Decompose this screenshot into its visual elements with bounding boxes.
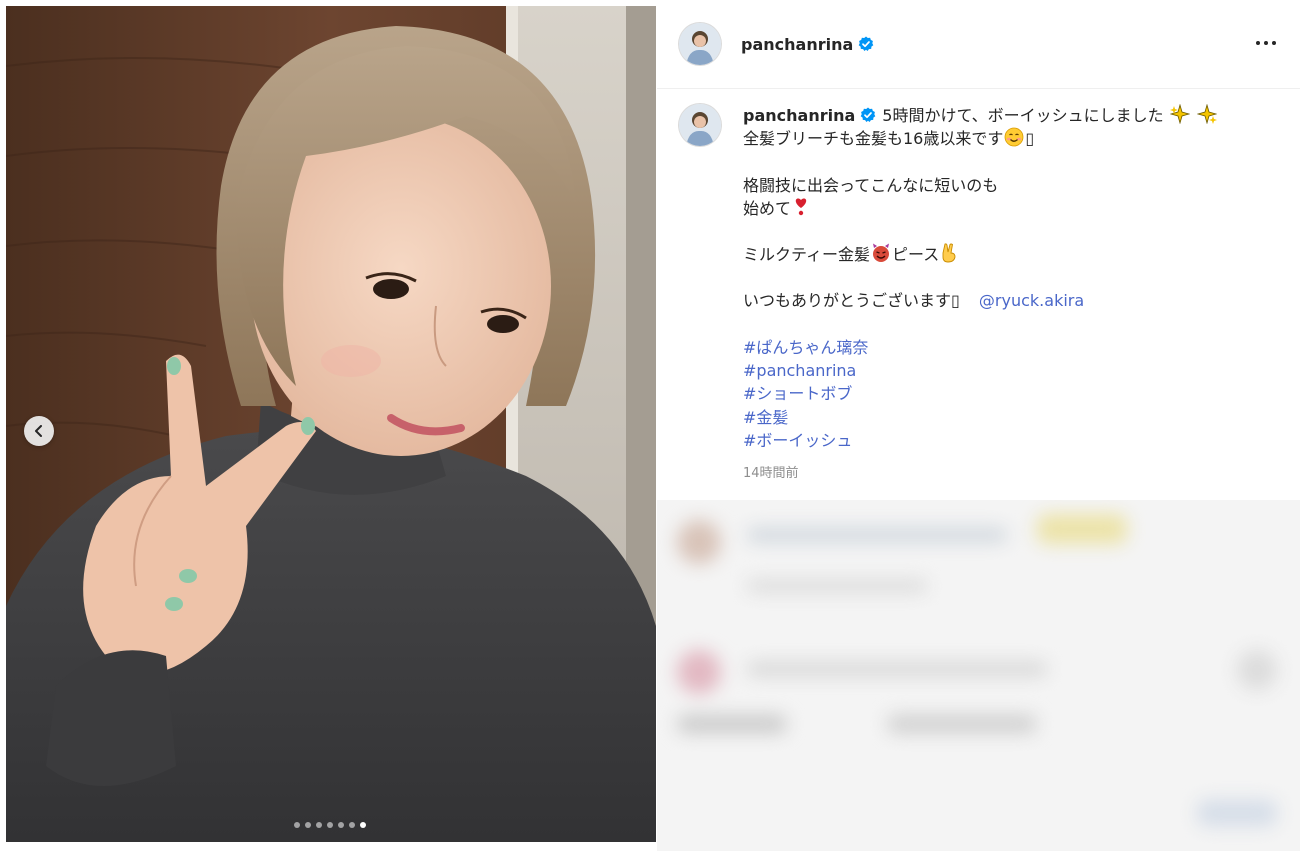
caption-line-6: いつもありがとうございます [743, 291, 952, 311]
caption-line-5a: ミルクティー金髪 [743, 245, 871, 265]
hashtag-link[interactable]: #金髪 [743, 408, 788, 427]
caption-avatar[interactable] [679, 104, 721, 146]
heart-exclamation-emoji [795, 198, 807, 216]
post-side-panel: panchanrina panchanrina 5時間かけて、ボーイッシュにしま… [657, 0, 1300, 851]
caption-line-2: 全髪ブリーチも金髪も16歳以来です [743, 129, 1004, 149]
caption-line-4: 始めて [743, 198, 792, 218]
sparkles-emoji [1169, 104, 1190, 124]
post-timestamp[interactable]: 14時間前 [743, 462, 799, 481]
caption-username[interactable]: panchanrina [743, 106, 855, 125]
carousel-dot [294, 822, 300, 828]
carousel-dot [316, 822, 322, 828]
blurred-comments [657, 500, 1300, 851]
carousel-prev-button[interactable] [24, 416, 54, 446]
avatar[interactable] [679, 23, 721, 65]
caption-line-5b: ピース [892, 245, 940, 265]
carousel-dot [327, 822, 333, 828]
hashtag-link[interactable]: #panchanrina [743, 361, 856, 380]
carousel-dot [349, 822, 355, 828]
verified-badge-icon [858, 36, 874, 51]
blurred-content [657, 500, 1300, 851]
carousel-dot [360, 822, 366, 828]
missing-glyph: ▯ [1025, 129, 1035, 149]
avatar-image [679, 104, 721, 146]
hashtag-link[interactable]: #ぱんちゃん璃奈 [743, 338, 868, 357]
carousel-indicator [294, 822, 366, 828]
more-options-icon-dot [1256, 41, 1260, 45]
more-options-icon-dot [1264, 41, 1268, 45]
post-photo[interactable] [6, 6, 656, 842]
smiling-devil-emoji [873, 243, 890, 263]
username-text[interactable]: panchanrina [741, 35, 853, 54]
post-caption: panchanrina 5時間かけて、ボーイッシュにしました 全髪ブリーチも金髪… [743, 104, 1263, 452]
hashtag-link[interactable]: #ショートボブ [743, 384, 852, 403]
mention-link[interactable]: @ryuck.akira [979, 291, 1084, 310]
post-author-username[interactable]: panchanrina [741, 35, 874, 54]
missing-glyph: ▯ [951, 291, 960, 311]
carousel-dot [305, 822, 311, 828]
more-options-button[interactable] [1253, 36, 1279, 50]
post-header: panchanrina [657, 0, 1300, 89]
more-options-icon-dot [1272, 41, 1276, 45]
hashtag-link[interactable]: #ボーイッシュ [743, 431, 852, 450]
carousel-dot [338, 822, 344, 828]
verified-badge-icon [860, 107, 876, 122]
chevron-left-icon [35, 425, 42, 437]
selfie-image [6, 6, 656, 842]
avatar-image [679, 23, 721, 65]
victory-hand-emoji [942, 243, 956, 263]
caption-line-3: 格闘技に出会ってこんなに短いのも [743, 175, 999, 195]
caption-line-1: 5時間かけて、ボーイッシュにしました [882, 106, 1164, 125]
smiling-face-emoji [1004, 127, 1024, 147]
sparkles-emoji [1196, 104, 1217, 124]
